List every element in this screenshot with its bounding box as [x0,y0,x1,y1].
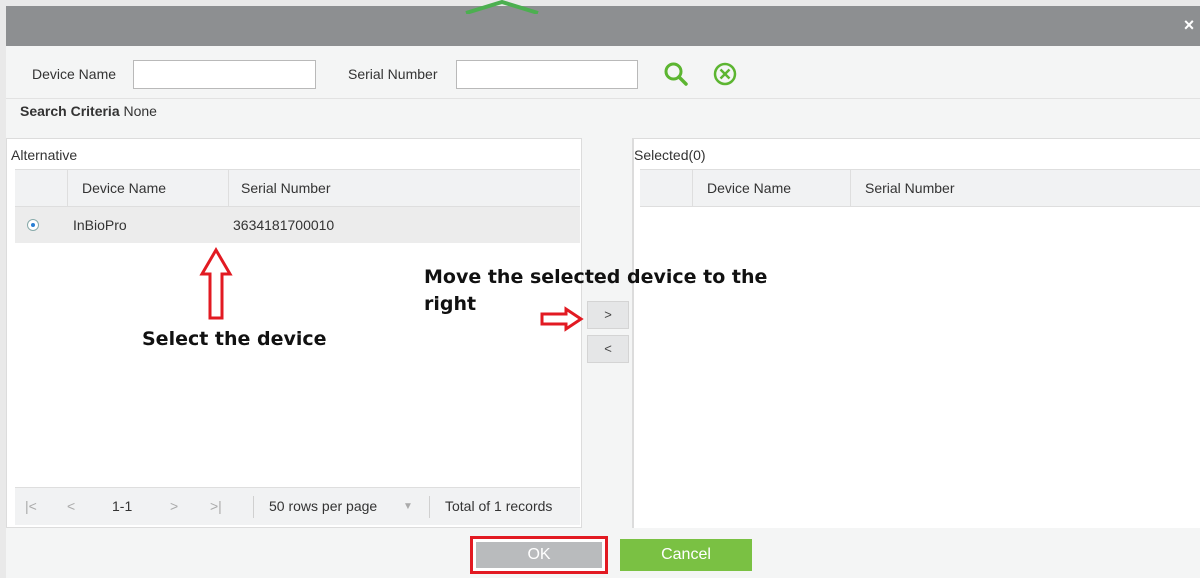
prev-page-button[interactable]: < [67,498,75,514]
device-name-input[interactable] [133,60,316,89]
pager-divider [429,496,430,518]
divider [6,98,1200,99]
ok-button-label: OK [476,542,602,568]
clear-circle-icon[interactable] [711,60,739,88]
close-button[interactable]: × [1180,14,1198,36]
select-device-annotation: Select the device [142,328,327,350]
column-device-name[interactable]: Device Name [692,170,850,206]
ok-button[interactable]: OK [470,536,608,574]
alternative-table-header: Device Name Serial Number [15,169,580,207]
alternative-title: Alternative [11,147,78,163]
row-serial-number: 3634181700010 [233,217,335,233]
table-row[interactable]: InBioPro 3634181700010 [15,207,580,243]
total-records: Total of 1 records [445,498,553,514]
red-up-arrow-annotation [199,247,233,320]
serial-number-input[interactable] [456,60,638,89]
search-bar: Device Name Serial Number [6,54,1200,98]
move-buttons-column: > < [582,138,633,528]
select-device-dialog: × Device Name Serial Number Search Crite… [6,0,1200,578]
search-criteria-label: Search Criteria [20,103,120,119]
column-device-name[interactable]: Device Name [67,170,228,206]
dialog-titlebar [6,6,1200,46]
chevron-up-icon [465,0,539,14]
column-serial-number[interactable]: Serial Number [228,170,580,206]
column-serial-number[interactable]: Serial Number [850,170,1200,206]
selected-panel: Selected(0) Device Name Serial Number [633,138,1200,528]
selected-title: Selected(0) [634,147,706,163]
pagination-bar: |< < 1-1 > >| 50 rows per page ▼ Total o… [15,487,580,525]
last-page-button[interactable]: >| [210,498,222,514]
selected-table-header: Device Name Serial Number [640,169,1200,207]
device-name-label: Device Name [32,66,117,82]
search-criteria: Search Criteria None [20,103,157,119]
cancel-button[interactable]: Cancel [620,539,752,571]
move-left-button[interactable]: < [587,335,629,363]
next-page-button[interactable]: > [170,498,178,514]
row-device-name: InBioPro [73,217,127,233]
page-range: 1-1 [112,498,133,514]
chevron-down-icon[interactable]: ▼ [403,501,413,512]
first-page-button[interactable]: |< [25,498,37,514]
move-right-annotation: Move the selected device to the right [424,266,768,315]
red-right-arrow-annotation [540,306,584,332]
search-icon[interactable] [662,60,690,88]
search-criteria-value: None [123,103,157,119]
serial-number-label: Serial Number [348,66,438,82]
row-radio-button[interactable] [27,219,39,231]
rows-per-page-select[interactable]: 50 rows per page [269,498,377,514]
pager-divider [253,496,254,518]
